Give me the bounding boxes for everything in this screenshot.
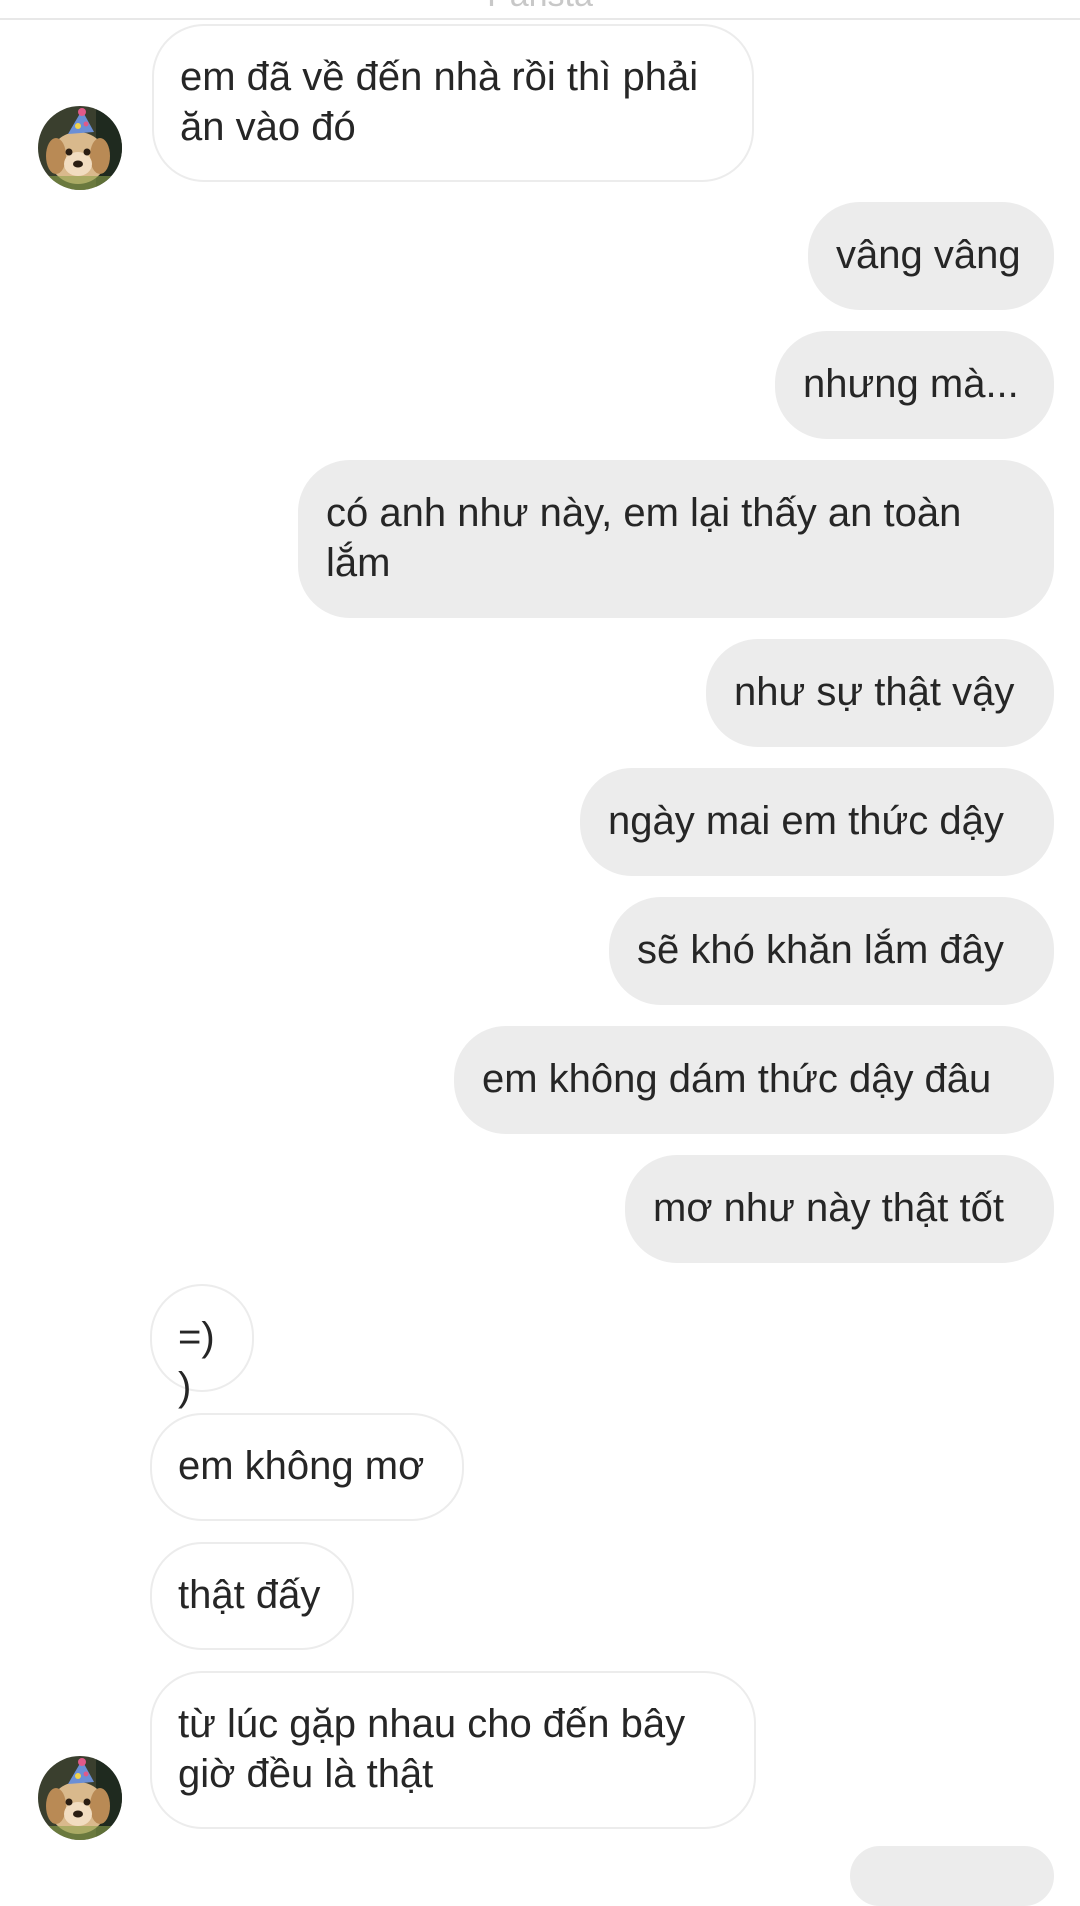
message-bubble-outgoing[interactable]: em không dám thức dậy đâu bbox=[454, 1026, 1054, 1134]
message-text: =)) bbox=[178, 1315, 215, 1409]
message-text: nhưng mà... bbox=[803, 362, 1019, 406]
puppy-avatar-icon[interactable] bbox=[38, 106, 122, 190]
message-bubble-incoming[interactable]: từ lúc gặp nhau cho đến bây giờ đều là t… bbox=[150, 1671, 756, 1829]
message-text: thật đấy bbox=[178, 1573, 321, 1617]
message-bubble-outgoing[interactable]: như sự thật vậy bbox=[706, 639, 1054, 747]
message-bubble-incoming[interactable]: em đã về đến nhà rồi thì phải ăn vào đó bbox=[152, 24, 754, 182]
message-bubble-outgoing[interactable]: sẽ khó khăn lắm đây bbox=[609, 897, 1054, 1005]
message-bubble-outgoing-partial[interactable] bbox=[850, 1846, 1054, 1906]
message-text: em không mơ bbox=[178, 1444, 425, 1488]
message-bubble-outgoing[interactable]: vâng vâng bbox=[808, 202, 1054, 310]
message-text: có anh như này, em lại thấy an toàn lắm bbox=[326, 491, 962, 585]
message-bubble-outgoing[interactable]: ngày mai em thức dậy bbox=[580, 768, 1054, 876]
message-text: mơ như này thật tốt bbox=[653, 1186, 1004, 1230]
message-bubble-outgoing[interactable]: có anh như này, em lại thấy an toàn lắm bbox=[298, 460, 1054, 618]
chat-header: Pahsta bbox=[0, 0, 1080, 20]
message-bubble-outgoing[interactable]: nhưng mà... bbox=[775, 331, 1054, 439]
message-text: từ lúc gặp nhau cho đến bây giờ đều là t… bbox=[178, 1702, 686, 1796]
chat-title[interactable]: Pahsta bbox=[0, 0, 1080, 15]
message-text: sẽ khó khăn lắm đây bbox=[637, 928, 1004, 972]
message-bubble-incoming[interactable]: =)) bbox=[150, 1284, 254, 1409]
message-bubble-incoming[interactable]: em không mơ bbox=[150, 1413, 464, 1521]
puppy-avatar-icon[interactable] bbox=[38, 1756, 122, 1840]
message-text: như sự thật vậy bbox=[734, 670, 1015, 714]
message-text: ngày mai em thức dậy bbox=[608, 799, 1004, 843]
message-bubble-outgoing[interactable]: mơ như này thật tốt bbox=[625, 1155, 1054, 1263]
message-text: vâng vâng bbox=[836, 233, 1021, 277]
message-bubble-incoming[interactable]: thật đấy bbox=[150, 1542, 354, 1650]
message-text: em không dám thức dậy đâu bbox=[482, 1057, 992, 1101]
message-text: em đã về đến nhà rồi thì phải ăn vào đó bbox=[180, 55, 699, 149]
